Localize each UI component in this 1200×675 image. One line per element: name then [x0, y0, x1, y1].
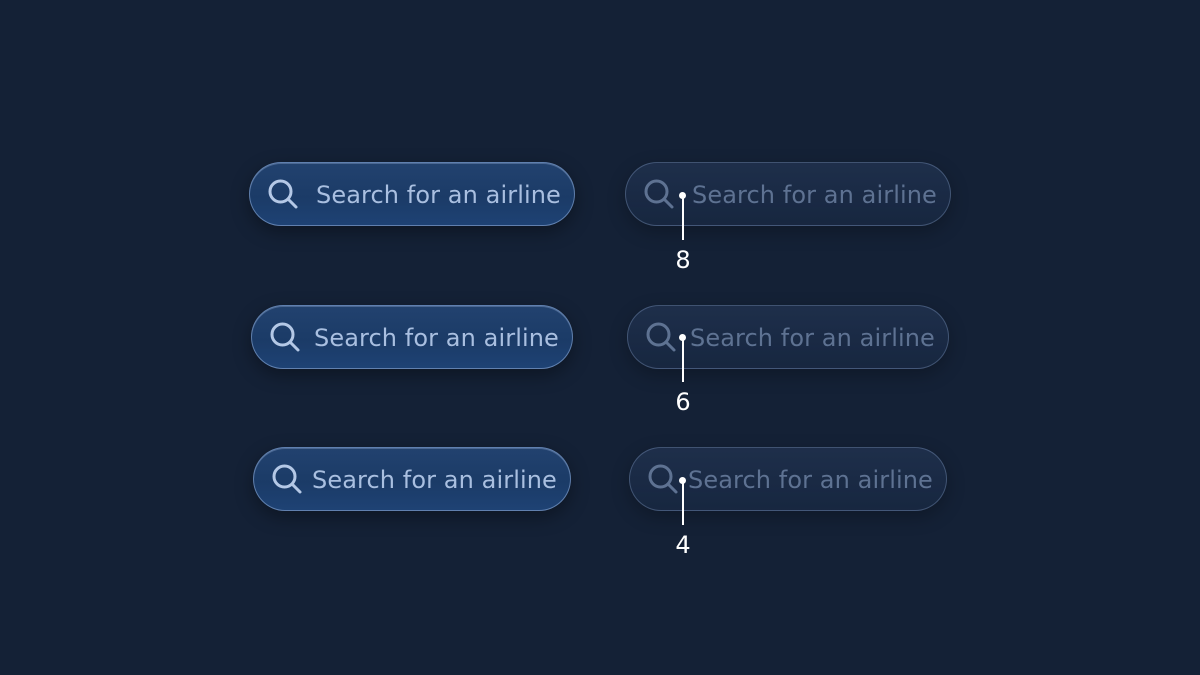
search-placeholder: Search for an airline — [316, 181, 561, 209]
spacing-value: 6 — [675, 388, 691, 416]
search-field[interactable]: Search for an airline — [625, 162, 951, 226]
search-field[interactable]: Search for an airline — [629, 447, 947, 511]
search-field[interactable]: Search for an airline — [249, 162, 575, 226]
annotation-line — [682, 196, 684, 240]
search-placeholder: Search for an airline — [312, 466, 557, 494]
search-placeholder: Search for an airline — [692, 181, 937, 209]
search-icon — [648, 464, 678, 494]
search-icon — [268, 179, 298, 209]
search-placeholder: Search for an airline — [314, 324, 559, 352]
search-field[interactable]: Search for an airline — [253, 447, 571, 511]
annotation-line — [682, 338, 684, 382]
search-placeholder: Search for an airline — [688, 466, 933, 494]
search-icon — [272, 464, 302, 494]
search-icon — [646, 322, 676, 352]
annotation-line — [682, 481, 684, 525]
search-field[interactable]: Search for an airline — [251, 305, 573, 369]
search-icon — [644, 179, 674, 209]
spacing-value: 8 — [675, 246, 691, 274]
search-icon — [270, 322, 300, 352]
search-field[interactable]: Search for an airline — [627, 305, 949, 369]
spacing-value: 4 — [675, 531, 691, 559]
search-placeholder: Search for an airline — [690, 324, 935, 352]
